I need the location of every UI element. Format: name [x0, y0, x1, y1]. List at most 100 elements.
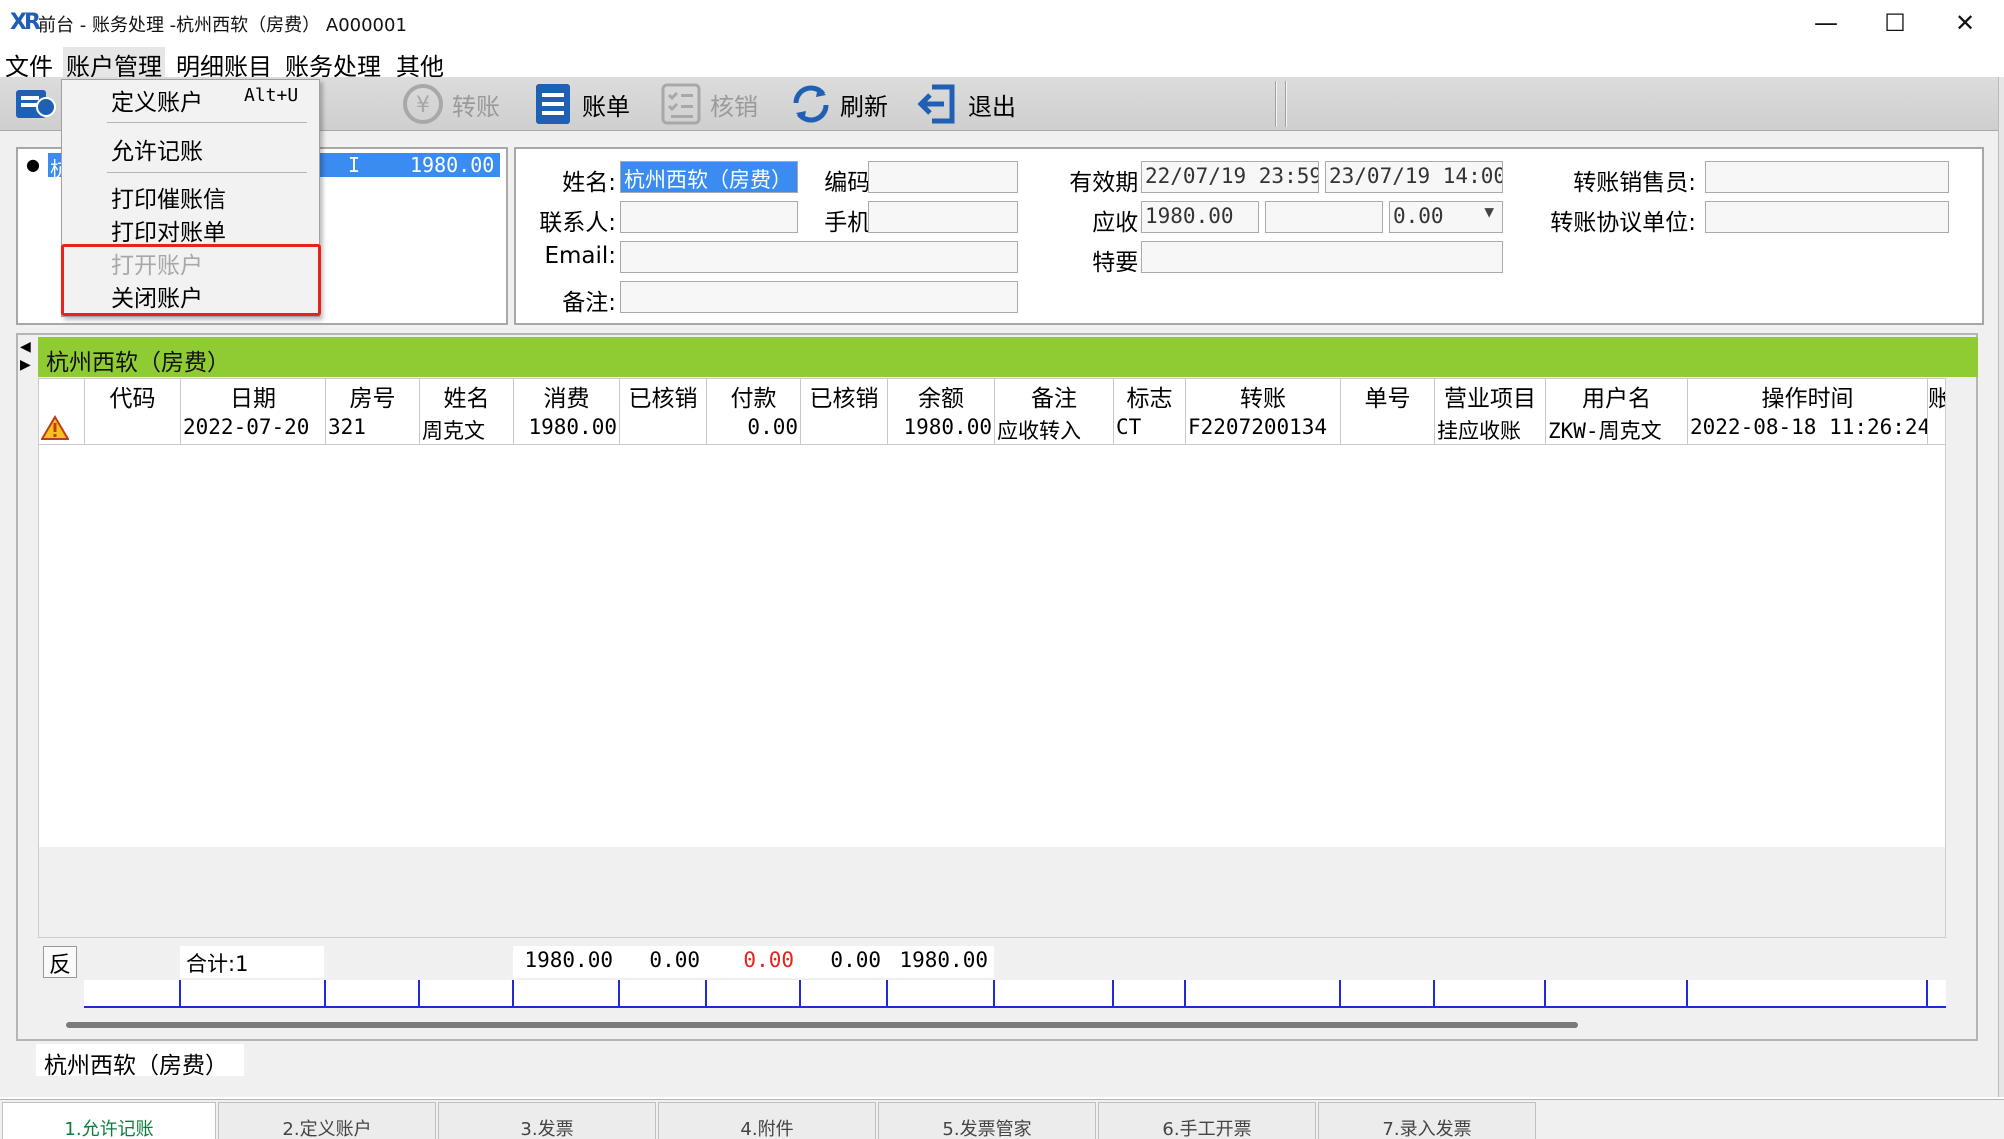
toolbar-exit-label: 退出 [968, 92, 1016, 121]
total-consumption: 1980.00 [513, 946, 619, 978]
collapse-arrow-icon[interactable]: ◀ [20, 339, 31, 355]
col-header-name[interactable]: 姓名 [420, 379, 514, 413]
col-header-room[interactable]: 房号 [326, 379, 420, 413]
cell-balance[interactable]: 1980.00 [888, 413, 995, 445]
filter-divider [1686, 980, 1688, 1008]
toolbar-refresh[interactable]: 刷新 [788, 83, 888, 125]
toolbar-bill[interactable]: 账单 [530, 83, 630, 125]
annotation-highlight-box [61, 244, 321, 316]
code-input[interactable] [868, 161, 1018, 193]
receivable-select-value: 0.00 [1393, 204, 1444, 228]
cell-room[interactable]: 321 [326, 413, 420, 445]
tab-invoice[interactable]: 3.发票 [438, 1102, 656, 1139]
menu-item-allow-posting[interactable]: 允许记账 [62, 132, 319, 165]
expand-arrow-icon[interactable]: ▶ [20, 357, 31, 373]
filter-divider [1544, 980, 1546, 1008]
toolbar-writeoff: 核销 [658, 83, 758, 125]
cell-business-item[interactable]: 挂应收账 [1435, 413, 1546, 445]
remark-input[interactable] [620, 281, 1018, 313]
cell-transfer[interactable]: F2207200134 [1186, 413, 1341, 445]
filter-divider [618, 980, 620, 1008]
reverse-button[interactable]: 反 [43, 946, 77, 978]
cell-payment[interactable]: 0.00 [707, 413, 801, 445]
tab-enter-invoice[interactable]: 7.录入发票 [1318, 1102, 1536, 1139]
name-input[interactable]: 杭州西软（房费） [620, 161, 798, 193]
account-row-flag: I [348, 153, 361, 177]
tab-define-account[interactable]: 2.定义账户 [218, 1102, 436, 1139]
cell-flag[interactable]: CT [1114, 413, 1186, 445]
cell-consumption[interactable]: 1980.00 [514, 413, 620, 445]
filter-divider [512, 980, 514, 1008]
account-card-icon [12, 81, 58, 127]
cell-verified-2[interactable] [801, 413, 888, 445]
email-input[interactable] [620, 241, 1018, 273]
tab-allow-posting[interactable]: 1.允许记账 [2, 1102, 216, 1139]
close-button[interactable]: ✕ [1930, 0, 2000, 45]
cell-date[interactable]: 2022-07-20 [181, 413, 326, 445]
sales-label: 转账销售员: [1573, 170, 1696, 196]
tab-invoice-manager[interactable]: 5.发票管家 [878, 1102, 1096, 1139]
filter-divider [1184, 980, 1186, 1008]
col-header-business-item[interactable]: 营业项目 [1435, 379, 1546, 413]
col-header-balance[interactable]: 余额 [888, 379, 995, 413]
special-input[interactable] [1141, 241, 1503, 273]
col-header-payment[interactable]: 付款 [707, 379, 801, 413]
toolbar-exit[interactable]: 退出 [916, 83, 1016, 125]
tab-attachment[interactable]: 4.附件 [658, 1102, 876, 1139]
mobile-input[interactable] [868, 201, 1018, 233]
receivable-select[interactable]: 0.00 ▼ [1389, 201, 1503, 233]
email-label: Email: [544, 243, 616, 269]
cell-verified[interactable] [620, 413, 707, 445]
toolbar-separator [1285, 81, 1287, 127]
cell-account[interactable] [1928, 413, 1945, 445]
warning-icon [40, 415, 70, 440]
col-header-username[interactable]: 用户名 [1546, 379, 1688, 413]
cell-remark[interactable]: 应收转入 [995, 413, 1114, 445]
col-header-transfer[interactable]: 转账 [1186, 379, 1341, 413]
agreement-input[interactable] [1705, 201, 1949, 233]
filter-row[interactable] [84, 980, 1946, 1008]
sales-input[interactable] [1705, 161, 1949, 193]
col-header-verified-2[interactable]: 已核销 [801, 379, 888, 413]
mobile-label: 手机: [824, 210, 878, 236]
col-header-flag[interactable]: 标志 [1114, 379, 1186, 413]
col-header-operation-time[interactable]: 操作时间 [1688, 379, 1928, 413]
window-right-edge [1998, 77, 2004, 1097]
cell-operation-time[interactable]: 2022-08-18 11:26:24 [1688, 413, 1928, 445]
filter-divider [993, 980, 995, 1008]
cell-code[interactable] [85, 413, 181, 445]
valid-to-input[interactable]: 23/07/19 14:00 [1325, 161, 1503, 193]
cell-name[interactable]: 周克文 [420, 413, 514, 445]
cell-username[interactable]: ZKW-周克文 [1546, 413, 1688, 445]
valid-from-input[interactable]: 22/07/19 23:59 [1141, 161, 1319, 193]
menu-item-print-dunning[interactable]: 打印催账信 [62, 180, 319, 213]
col-header-consumption[interactable]: 消费 [514, 379, 620, 413]
col-header-doc-no[interactable]: 单号 [1341, 379, 1435, 413]
tab-manual-invoice[interactable]: 6.手工开票 [1098, 1102, 1316, 1139]
maximize-button[interactable]: ☐ [1860, 0, 1930, 45]
receivable-extra-input[interactable] [1265, 201, 1383, 233]
cell-doc-no[interactable] [1341, 413, 1435, 445]
minimize-button[interactable]: — [1791, 0, 1861, 45]
col-header-code[interactable]: 代码 [85, 379, 181, 413]
account-icon-button[interactable] [12, 83, 64, 125]
menu-separator [107, 122, 307, 123]
horizontal-scrollbar-thumb[interactable] [66, 1022, 1578, 1028]
toolbar-refresh-label: 刷新 [840, 92, 888, 121]
menu-item-define-account[interactable]: 定义账户 Alt+U [62, 83, 319, 116]
account-row-amount: 1980.00 [410, 153, 495, 177]
contact-input[interactable] [620, 201, 798, 233]
col-header-account[interactable]: 账 [1928, 379, 1945, 413]
col-header-remark[interactable]: 备注 [995, 379, 1114, 413]
col-header-verified[interactable]: 已核销 [620, 379, 707, 413]
filter-divider [418, 980, 420, 1008]
grid-body: 代码 日期 房号 姓名 消费 已核销 付款 已核销 余额 备注 标志 转账 单号… [38, 378, 1946, 938]
row-marker-icon: ● [26, 155, 40, 174]
col-header-date[interactable]: 日期 [181, 379, 326, 413]
filter-divider [179, 980, 181, 1008]
toolbar-writeoff-label: 核销 [710, 92, 758, 121]
receivable-input[interactable]: 1980.00 [1141, 201, 1259, 233]
window-title: 前台 - 账务处理 -杭州西软（房费） A000001 [38, 15, 407, 36]
menu-item-print-statement[interactable]: 打印对账单 [62, 213, 319, 246]
filter-divider [324, 980, 326, 1008]
